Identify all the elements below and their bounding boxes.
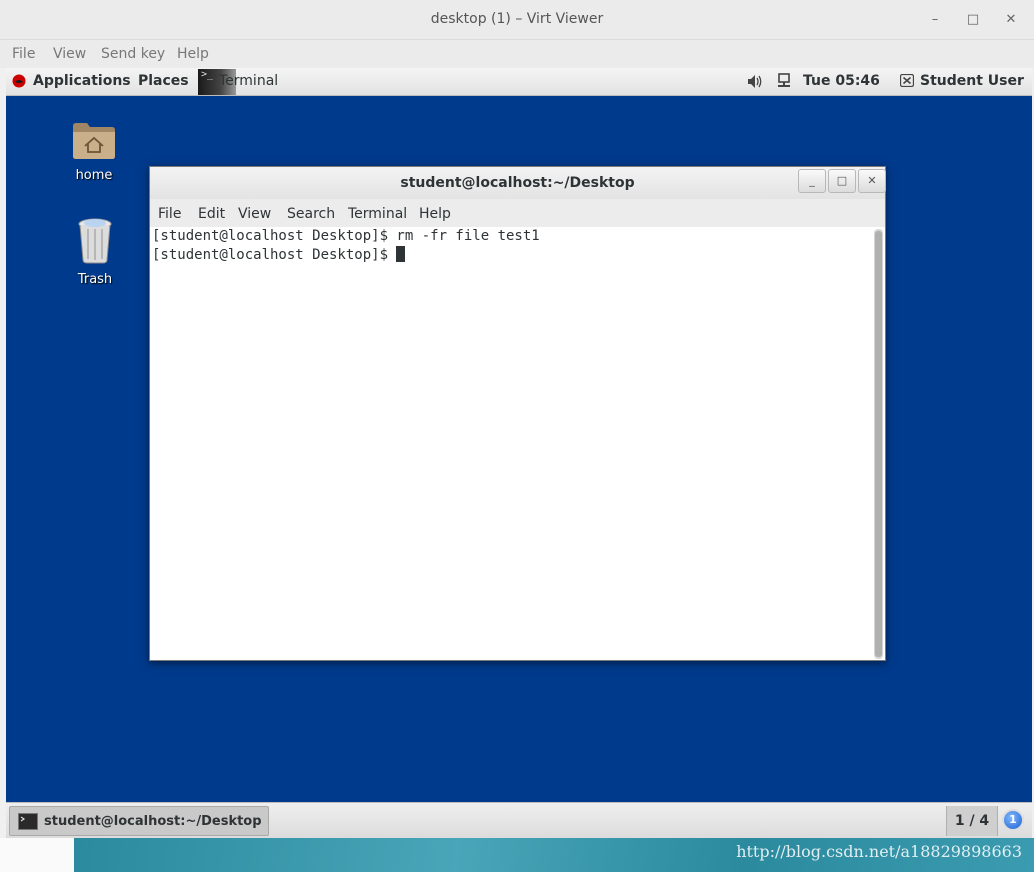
terminal-close-button[interactable]: ✕ [858, 169, 886, 193]
terminal-menu-terminal[interactable]: Terminal [348, 206, 407, 222]
user-menu[interactable]: Student User [920, 73, 1024, 89]
gnome-top-panel: Applications Places >_ Terminal Tue 05:4… [6, 68, 1032, 96]
terminal-line: [student@localhost Desktop]$ rm -fr file… [152, 228, 540, 244]
host-menu-send-key[interactable]: Send key [101, 46, 165, 62]
home-folder-icon [73, 123, 115, 159]
terminal-glyph: >_ [201, 69, 214, 80]
host-menu-help[interactable]: Help [177, 46, 209, 62]
host-window-title: desktop (1) – Virt Viewer [430, 11, 604, 27]
workspace-indicator[interactable]: 1 / 4 [946, 806, 998, 836]
terminal-maximize-button[interactable]: □ [828, 169, 856, 193]
terminal-minimize-button[interactable]: _ [798, 169, 826, 193]
terminal-titlebar[interactable]: student@localhost:~/Desktop _ □ ✕ [150, 167, 886, 199]
gnome-bottom-panel: student@localhost:~/Desktop 1 / 4 1 [6, 802, 1032, 838]
terminal-menu-edit[interactable]: Edit [198, 206, 225, 222]
host-menu-file[interactable]: File [12, 46, 35, 62]
terminal-title: student@localhost:~/Desktop [400, 175, 635, 191]
host-close-button[interactable]: ✕ [998, 8, 1024, 32]
network-icon[interactable] [777, 73, 791, 89]
host-menubar: File View Send key Help [0, 40, 1034, 68]
places-menu[interactable]: Places [138, 73, 189, 89]
volume-icon[interactable] [747, 74, 764, 89]
terminal-line: [student@localhost Desktop]$ [152, 246, 406, 263]
notification-badge[interactable]: 1 [1002, 809, 1024, 831]
desktop-icon-trash[interactable]: Trash [55, 216, 135, 287]
terminal-menu-search[interactable]: Search [287, 206, 335, 222]
host-menu-view[interactable]: View [53, 46, 86, 62]
host-titlebar: desktop (1) – Virt Viewer – □ ✕ [0, 0, 1034, 40]
active-app-label[interactable]: Terminal [219, 73, 278, 89]
terminal-menu-view[interactable]: View [238, 206, 271, 222]
desktop-icon-label: home [75, 168, 113, 183]
applications-menu[interactable]: Applications [33, 73, 131, 89]
watermark: http://blog.csdn.net/a18829898663 [736, 842, 1022, 861]
desktop-icon-label: Trash [77, 272, 113, 287]
host-minimize-button[interactable]: – [922, 8, 948, 32]
terminal-menu-file[interactable]: File [158, 206, 181, 222]
trash-icon [78, 218, 112, 264]
guest-desktop: Applications Places >_ Terminal Tue 05:4… [6, 68, 1032, 838]
redhat-logo-icon [12, 74, 26, 88]
host-maximize-button[interactable]: □ [960, 8, 986, 32]
taskbar-item-label: student@localhost:~/Desktop [44, 814, 262, 829]
terminal-task-icon [18, 813, 38, 830]
terminal-window[interactable]: student@localhost:~/Desktop _ □ ✕ File E… [149, 166, 886, 661]
terminal-line-text: [student@localhost Desktop]$ rm -fr file… [152, 228, 540, 244]
taskbar-terminal-button[interactable]: student@localhost:~/Desktop [9, 806, 269, 836]
clock[interactable]: Tue 05:46 [803, 73, 880, 89]
terminal-menubar: File Edit View Search Terminal Help [150, 199, 885, 227]
terminal-menu-help[interactable]: Help [419, 206, 451, 222]
terminal-scroll-thumb[interactable] [875, 231, 882, 657]
terminal-line-text: [student@localhost Desktop]$ [152, 247, 397, 263]
terminal-output[interactable]: [student@localhost Desktop]$ rm -fr file… [150, 227, 885, 660]
terminal-cursor [396, 246, 406, 262]
desktop-icon-home[interactable]: home [54, 120, 134, 183]
terminal-scrollbar[interactable] [874, 229, 883, 659]
user-status-icon [900, 74, 914, 87]
